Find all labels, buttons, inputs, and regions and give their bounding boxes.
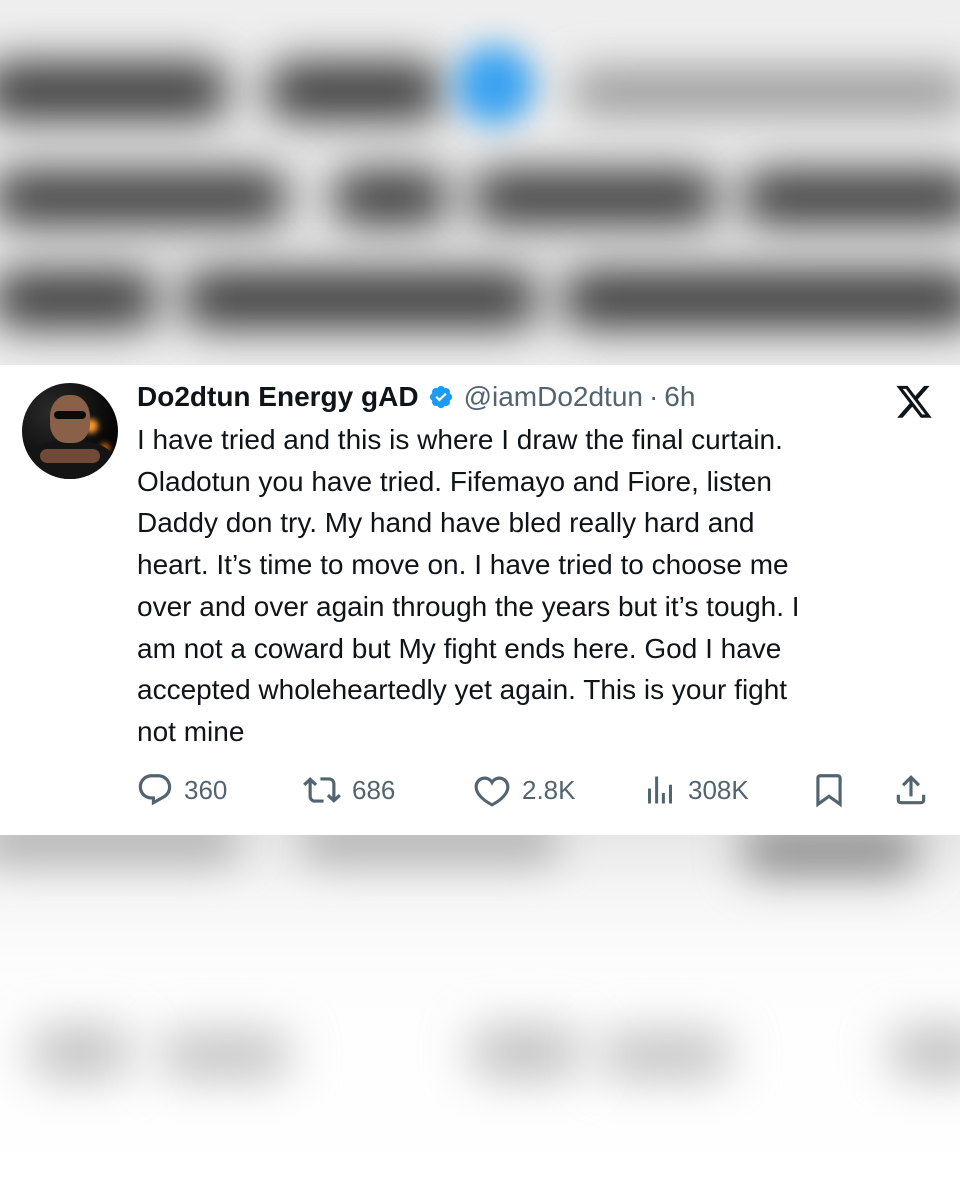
repost-count: 686 xyxy=(352,774,396,805)
display-name[interactable]: Do2dtun Energy gAD xyxy=(137,381,419,413)
tweet-text-line: accepted wholeheartedly yet again. This … xyxy=(137,674,788,706)
tweet-text: I have tried and this is where I draw th… xyxy=(137,419,937,753)
tweet-text-line: heart. It’s time to move on. I have trie… xyxy=(137,549,789,581)
repost-button[interactable]: 686 xyxy=(302,770,395,810)
x-logo-icon xyxy=(894,385,934,421)
blurred-next-content xyxy=(0,835,960,1200)
share-icon xyxy=(892,771,930,809)
tweet-header: Do2dtun Energy gAD @iamDo2dtun · 6h xyxy=(137,379,695,415)
action-bar: 360 686 2.8K 308K xyxy=(0,770,960,810)
repost-icon xyxy=(302,771,342,809)
like-count: 2.8K xyxy=(522,774,576,805)
views-count: 308K xyxy=(688,774,749,805)
tweet-text-line: over and over again through the years bu… xyxy=(137,590,800,622)
tweet-text-line: not mine xyxy=(137,715,245,747)
reply-icon xyxy=(136,771,174,809)
tweet-text-line: Oladotun you have tried. Fifemayo and Fi… xyxy=(137,465,773,497)
timestamp[interactable]: 6h xyxy=(664,381,695,413)
avatar[interactable] xyxy=(22,383,118,479)
blurred-previous-content xyxy=(0,0,960,365)
tweet-text-line: Daddy don try. My hand have bled really … xyxy=(137,507,755,539)
separator-dot: · xyxy=(648,381,659,412)
tweet-card[interactable]: Do2dtun Energy gAD @iamDo2dtun · 6h I ha… xyxy=(0,365,960,835)
views-chart-icon xyxy=(642,771,678,809)
reply-count: 360 xyxy=(184,774,228,805)
tweet-text-line: I have tried and this is where I draw th… xyxy=(137,424,783,455)
bookmark-button[interactable] xyxy=(810,770,848,810)
reply-button[interactable]: 360 xyxy=(136,770,227,810)
tweet-text-line: am not a coward but My fight ends here. … xyxy=(137,632,782,664)
heart-icon xyxy=(472,771,512,809)
bookmark-icon xyxy=(810,771,848,809)
views-button[interactable]: 308K xyxy=(642,770,749,810)
user-handle[interactable]: @iamDo2dtun xyxy=(464,381,643,413)
like-button[interactable]: 2.8K xyxy=(472,770,576,810)
share-button[interactable] xyxy=(892,770,930,810)
verified-badge-icon xyxy=(428,384,454,410)
